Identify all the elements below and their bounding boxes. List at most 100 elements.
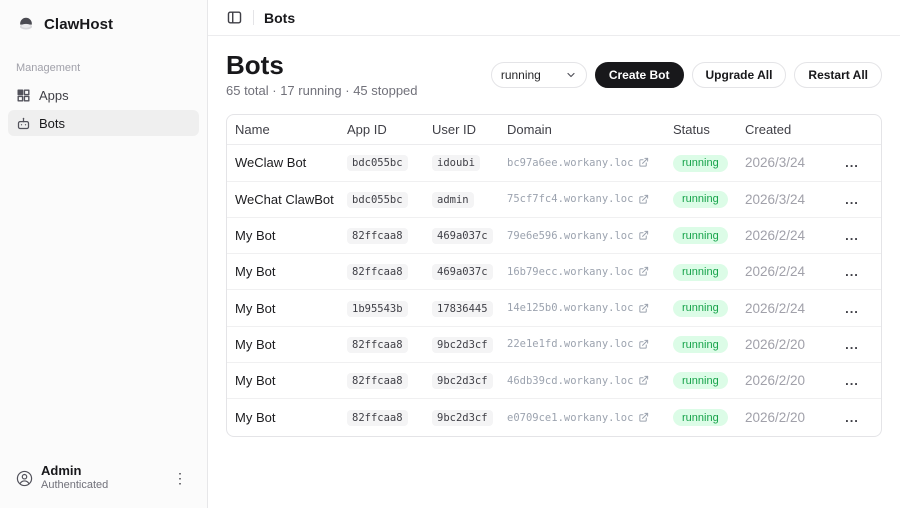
created-date: 2026/3/24: [745, 192, 831, 207]
column-header-user-id: User ID: [432, 122, 507, 137]
sidebar-section-label: Management: [8, 62, 199, 74]
status-cell: running: [673, 263, 745, 281]
user-id-cell: idoubi: [432, 154, 507, 171]
topbar-divider: [253, 10, 254, 25]
row-actions-ellipsis-icon[interactable]: ...: [841, 263, 863, 280]
actions-cell: ...: [831, 372, 873, 389]
upgrade-all-button[interactable]: Upgrade All: [692, 62, 787, 88]
status-badge: running: [673, 372, 728, 389]
external-link-icon[interactable]: [638, 157, 649, 168]
app-id-value: 82ffcaa8: [347, 264, 408, 280]
user-id-value: 9bc2d3cf: [432, 410, 493, 426]
restart-all-button[interactable]: Restart All: [794, 62, 882, 88]
sidebar-spacer: [8, 138, 199, 458]
user-name: Admin: [41, 464, 161, 479]
table-body: WeClaw Bot bdc055bc idoubi bc97a6ee.work…: [227, 145, 881, 435]
row-actions-ellipsis-icon[interactable]: ...: [841, 409, 863, 426]
content: Bots 65 total · 17 running · 45 stopped …: [208, 36, 900, 437]
breadcrumb: Bots: [264, 10, 295, 26]
table-header-row: Name App ID User ID Domain Status Create…: [227, 115, 881, 145]
row-actions-ellipsis-icon[interactable]: ...: [841, 336, 863, 353]
domain-cell: bc97a6ee.workany.loc: [507, 157, 673, 169]
actions-cell: ...: [831, 263, 873, 280]
bot-icon: [16, 116, 31, 131]
domain-cell: 75cf7fc4.workany.loc: [507, 193, 673, 205]
app-id-cell: 82ffcaa8: [347, 409, 432, 426]
column-header-domain: Domain: [507, 122, 673, 137]
user-circle-icon: [16, 470, 33, 487]
user-status: Authenticated: [41, 479, 161, 492]
domain-cell: 46db39cd.workany.loc: [507, 375, 673, 387]
sidebar-toggle-icon[interactable]: [226, 9, 243, 26]
table-row[interactable]: My Bot 82ffcaa8 9bc2d3cf 46db39cd.workan…: [227, 363, 881, 399]
row-actions-ellipsis-icon[interactable]: ...: [841, 191, 863, 208]
sidebar-item-bots[interactable]: Bots: [8, 110, 199, 136]
table-row[interactable]: WeChat ClawBot bdc055bc admin 75cf7fc4.w…: [227, 182, 881, 218]
page-title: Bots: [226, 52, 418, 79]
domain-cell: 79e6e596.workany.loc: [507, 230, 673, 242]
bot-name: WeClaw Bot: [235, 155, 347, 170]
bot-name: My Bot: [235, 228, 347, 243]
domain-value: bc97a6ee.workany.loc: [507, 157, 633, 169]
table-row[interactable]: My Bot 82ffcaa8 469a037c 79e6e596.workan…: [227, 218, 881, 254]
external-link-icon[interactable]: [638, 375, 649, 386]
bot-name: My Bot: [235, 373, 347, 388]
created-date: 2026/2/20: [745, 337, 831, 352]
external-link-icon[interactable]: [638, 194, 649, 205]
created-date: 2026/2/24: [745, 301, 831, 316]
domain-value: 46db39cd.workany.loc: [507, 375, 633, 387]
actions-cell: ...: [831, 227, 873, 244]
app-id-cell: bdc055bc: [347, 191, 432, 208]
status-badge: running: [673, 227, 728, 244]
status-filter-select[interactable]: running: [491, 62, 587, 88]
external-link-icon[interactable]: [638, 339, 649, 350]
user-id-cell: 469a037c: [432, 227, 507, 244]
external-link-icon[interactable]: [638, 230, 649, 241]
domain-cell: 22e1e1fd.workany.loc: [507, 338, 673, 350]
row-actions-ellipsis-icon[interactable]: ...: [841, 300, 863, 317]
app-id-value: 82ffcaa8: [347, 228, 408, 244]
user-id-value: 469a037c: [432, 264, 493, 280]
user-id-cell: 469a037c: [432, 263, 507, 280]
user-menu-kebab-icon[interactable]: ⋮: [169, 470, 191, 487]
row-actions-ellipsis-icon[interactable]: ...: [841, 154, 863, 171]
domain-value: 16b79ecc.workany.loc: [507, 266, 633, 278]
create-bot-button[interactable]: Create Bot: [595, 62, 684, 88]
bots-table: Name App ID User ID Domain Status Create…: [226, 114, 882, 436]
actions-cell: ...: [831, 409, 873, 426]
status-cell: running: [673, 227, 745, 245]
user-id-value: idoubi: [432, 155, 480, 171]
app-id-value: 82ffcaa8: [347, 337, 408, 353]
user-id-value: 9bc2d3cf: [432, 337, 493, 353]
domain-value: 79e6e596.workany.loc: [507, 230, 633, 242]
created-date: 2026/2/24: [745, 264, 831, 279]
sidebar-item-label: Apps: [39, 88, 69, 103]
row-actions-ellipsis-icon[interactable]: ...: [841, 227, 863, 244]
app-id-cell: 82ffcaa8: [347, 372, 432, 389]
bot-name: My Bot: [235, 264, 347, 279]
external-link-icon[interactable]: [638, 266, 649, 277]
domain-cell: 14e125b0.workany.loc: [507, 302, 673, 314]
created-date: 2026/2/20: [745, 373, 831, 388]
app-id-value: 82ffcaa8: [347, 373, 408, 389]
column-header-created: Created: [745, 122, 831, 137]
status-cell: running: [673, 336, 745, 354]
table-row[interactable]: My Bot 1b95543b 17836445 14e125b0.workan…: [227, 290, 881, 326]
app-id-value: 82ffcaa8: [347, 410, 408, 426]
user-id-cell: 9bc2d3cf: [432, 409, 507, 426]
created-date: 2026/2/20: [745, 410, 831, 425]
user-section[interactable]: Admin Authenticated ⋮: [8, 458, 199, 498]
table-row[interactable]: My Bot 82ffcaa8 9bc2d3cf 22e1e1fd.workan…: [227, 327, 881, 363]
clawhost-logo-icon: [16, 14, 36, 34]
external-link-icon[interactable]: [638, 412, 649, 423]
table-row[interactable]: WeClaw Bot bdc055bc idoubi bc97a6ee.work…: [227, 145, 881, 181]
sidebar-item-apps[interactable]: Apps: [8, 82, 199, 108]
status-cell: running: [673, 409, 745, 427]
table-row[interactable]: My Bot 82ffcaa8 9bc2d3cf e0709ce1.workan…: [227, 399, 881, 435]
row-actions-ellipsis-icon[interactable]: ...: [841, 372, 863, 389]
sidebar: ClawHost Management Apps Bots: [0, 0, 208, 508]
status-filter-value: running: [501, 68, 541, 82]
table-row[interactable]: My Bot 82ffcaa8 469a037c 16b79ecc.workan…: [227, 254, 881, 290]
page-stats: 65 total · 17 running · 45 stopped: [226, 83, 418, 98]
external-link-icon[interactable]: [638, 303, 649, 314]
